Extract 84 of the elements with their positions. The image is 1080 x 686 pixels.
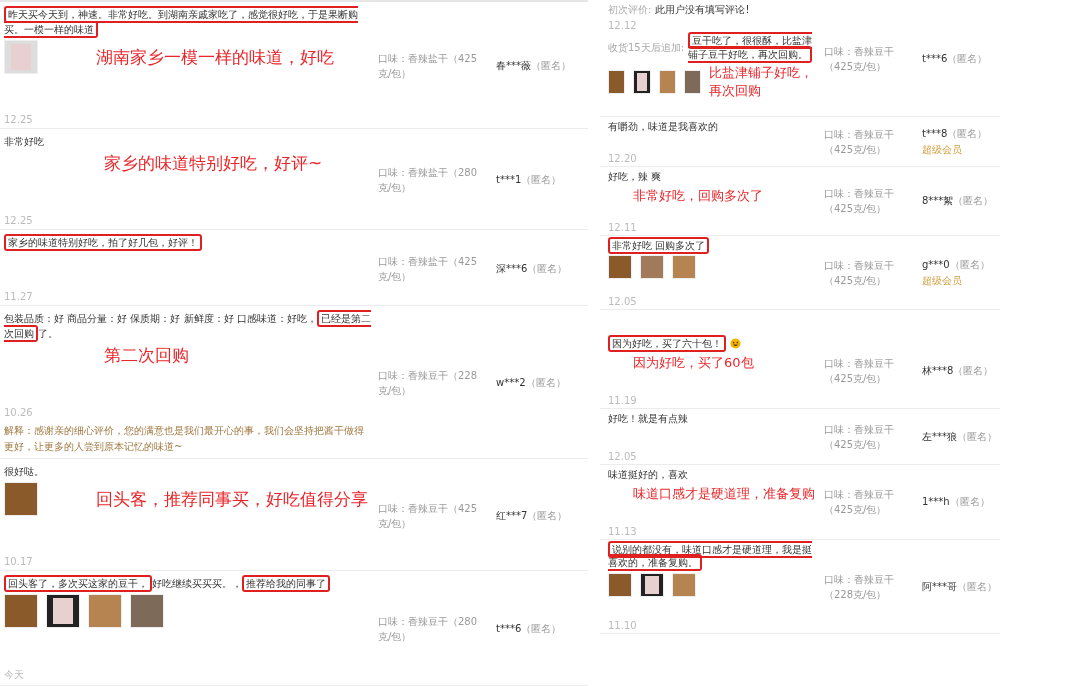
user-name: 8***絮 — [922, 194, 954, 209]
review-text: 味道挺好的，喜欢 — [608, 468, 688, 482]
anonymous-label: （匿名） — [527, 508, 568, 523]
review-text: 非常好吃 回购多次了 — [608, 238, 710, 252]
flavor-text: 口味：香辣豆干（425克/包） — [824, 44, 895, 74]
user-name: 深***6 — [496, 261, 528, 276]
review-text: 回头客了，多次买这家的豆干， 好吃继续买买买。， 推荐给我的同事了 — [4, 576, 330, 591]
photo-placeholder[interactable] — [633, 70, 651, 94]
section-label: 初次评价: — [608, 3, 652, 17]
flavor-text: 口味：香辣豆干（425克/包） — [378, 501, 479, 531]
review-date: 10.26 — [4, 407, 34, 418]
anonymous-label: （匿名） — [521, 173, 562, 187]
anonymous-label: （匿名） — [957, 579, 997, 594]
anonymous-label: （匿名） — [949, 257, 990, 272]
review-text: 好吃，辣 爽 — [608, 170, 662, 184]
review-text: 此用户没有填写评论! — [655, 3, 750, 17]
review-text: 因为好吃，买了六十包！ — [608, 337, 726, 351]
user-name: t***1 — [496, 174, 522, 185]
flavor-text: 口味：香辣豆干（425克/包） — [824, 357, 895, 387]
review-date: 11.27 — [4, 291, 34, 302]
review-date: 12.11 — [608, 221, 638, 233]
anonymous-label: （匿名） — [525, 376, 566, 390]
anonymous-label: （匿名） — [521, 622, 562, 636]
anonymous-label: （匿名） — [531, 59, 571, 73]
annotation-text: 因为好吃，买了60包 — [632, 353, 755, 372]
seller-reply: 解释：感谢亲的细心评价，您的满意也是我们最开心的事，我们会坚持把酱干做得更好，让更多的人尝到原本记忆的味道~ — [4, 424, 365, 454]
user-name: t***8 — [922, 128, 948, 139]
anonymous-label: （匿名） — [947, 127, 988, 141]
flavor-text: 口味：香辣豆干（425克/包） — [824, 258, 895, 288]
review-date: 12.12 — [608, 20, 638, 31]
review-date: 12.25 — [4, 114, 34, 125]
review-text: 家乡的味道特别好吃，拍了好几包，好评！ — [4, 235, 202, 250]
review-text: 包装品质：好 商品分量：好 保质期：好 新鲜度：好 口感味道：好吃， 已经是第二次回购 了。 — [4, 311, 372, 341]
flavor-text: 口味：香辣豆干（280克/包） — [378, 615, 479, 644]
anonymous-label: （匿名） — [949, 495, 990, 510]
flavor-text: 口味：香辣豆干（425克/包） — [824, 422, 895, 452]
user-name: 林***8 — [922, 364, 954, 379]
flavor-text: 口味：香辣豆干（425克/包） — [824, 128, 895, 157]
user-name: t***6 — [496, 623, 522, 634]
user-name: 1***h — [922, 496, 950, 508]
review-date: 今天 — [4, 668, 25, 682]
review-date: 12.25 — [4, 215, 34, 226]
review-date: 11.19 — [608, 394, 638, 406]
user-name: g***0 — [922, 258, 950, 270]
anonymous-label: （匿名） — [953, 194, 994, 209]
annotation-text: 回头客，推荐同事买，好吃值得分享 — [95, 487, 368, 511]
anonymous-label: （匿名） — [527, 261, 568, 276]
photo-placeholder[interactable] — [640, 572, 664, 597]
member-label: 超级会员 — [922, 273, 963, 288]
annotation-text: 湖南家乡一模一样的味道，好吃 — [95, 45, 334, 69]
user-name: 左***狼 — [922, 429, 957, 444]
flavor-text: 口味：香辣盐干（425克/包） — [378, 254, 479, 284]
flavor-text: 口味：香辣盐干（425克/包） — [378, 52, 479, 81]
anonymous-label: （匿名） — [953, 364, 994, 379]
flavor-text: 口味：香辣豆干（228克/包） — [824, 572, 895, 602]
flavor-text: 口味：香辣豆干（425克/包） — [824, 187, 895, 217]
review-date: 12.20 — [608, 153, 638, 164]
review-text: 很好哒。 — [4, 465, 44, 479]
user-name: 红***7 — [496, 508, 528, 523]
anonymous-label: （匿名） — [947, 51, 988, 66]
annotation-text: 第二次回购 — [103, 344, 190, 367]
annotation-text: 非常好吃，回购多次了 — [632, 186, 764, 205]
review-date: 11.10 — [608, 620, 638, 631]
review-date: 11.13 — [608, 525, 638, 537]
flavor-text: 口味：香辣豆干（228克/包） — [378, 369, 479, 398]
user-name: w***2 — [496, 377, 526, 388]
flavor-text: 口味：香辣盐干（280克/包） — [378, 166, 479, 195]
user-name: t***6 — [922, 52, 948, 64]
annotation-text: 比盐津铺子好吃，再次回购 — [709, 64, 815, 100]
review-text: 好吃！就是有点辣 — [608, 411, 688, 426]
member-label: 超级会员 — [922, 143, 963, 157]
review-date: 10.17 — [4, 556, 34, 567]
review-date: 12.05 — [608, 451, 638, 462]
user-name: 阿***哥 — [922, 579, 957, 594]
annotation-text: 味道口感才是硬道理，准备复购 — [632, 484, 816, 503]
section-label: 收货15天后追加: — [608, 40, 685, 55]
flavor-text: 口味：香辣豆干（425克/包） — [824, 488, 895, 518]
user-name: 春***薇 — [496, 59, 531, 73]
annotation-text: 家乡的味道特别好吃，好评~ — [103, 152, 324, 175]
review-text: 非常好吃 — [4, 135, 44, 149]
review-text: 有嚼劲，味道是我喜欢的 — [608, 120, 718, 134]
photo-placeholder[interactable] — [46, 594, 80, 628]
anonymous-label: （匿名） — [957, 429, 997, 444]
review-date: 12.05 — [608, 296, 638, 307]
